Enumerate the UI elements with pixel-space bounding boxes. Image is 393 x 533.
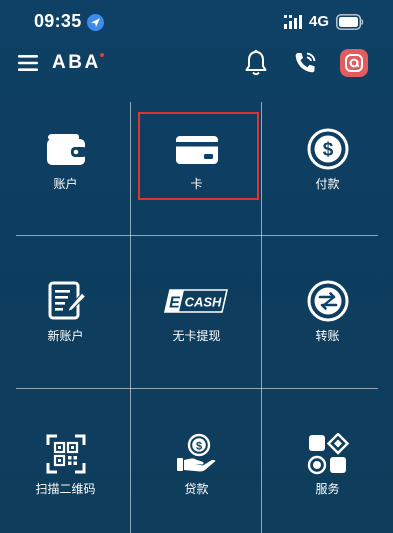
- tile-label: 账户: [53, 177, 78, 191]
- chat-button[interactable]: [340, 49, 368, 77]
- chat-icon: [345, 54, 363, 72]
- tile-label: 新账户: [47, 329, 84, 343]
- tile-new-account[interactable]: 新账户: [0, 236, 131, 386]
- loan-hand-icon: $: [177, 433, 216, 472]
- bell-icon[interactable]: [244, 49, 268, 77]
- tile-label: 服务: [315, 482, 340, 496]
- ecash-letter: E: [169, 295, 181, 312]
- tile-label: 无卡提现: [172, 329, 221, 343]
- ecash-text: CASH: [185, 295, 222, 310]
- tile-scan-qr[interactable]: 扫描二维码: [0, 389, 131, 533]
- transfer-icon: [307, 280, 349, 322]
- logo-dot: [100, 53, 104, 57]
- selection-highlight: [138, 112, 259, 200]
- phone-call-icon[interactable]: [292, 50, 318, 76]
- battery-icon: [336, 14, 364, 30]
- aba-logo: ABA: [52, 52, 101, 73]
- wallet-icon: [47, 134, 87, 165]
- tile-label: 付款: [315, 177, 340, 191]
- svg-text:$: $: [196, 440, 202, 452]
- svg-text:$: $: [323, 140, 334, 161]
- tile-cardless-cash[interactable]: E CASH 无卡提现: [131, 236, 262, 386]
- tile-services[interactable]: 服务: [262, 389, 393, 533]
- tile-accounts[interactable]: 账户: [0, 84, 131, 234]
- dollar-coin-icon: $: [307, 128, 349, 170]
- tile-payment[interactable]: $ 付款: [262, 84, 393, 234]
- location-arrow-icon: [87, 14, 104, 31]
- app-header: ABA: [0, 44, 393, 84]
- menu-icon[interactable]: [18, 54, 38, 72]
- tile-transfer[interactable]: 转账: [262, 236, 393, 386]
- ecash-icon: E CASH: [164, 289, 228, 313]
- signal-bars-icon: [284, 15, 302, 29]
- status-time: 09:35: [34, 11, 82, 31]
- services-icon: [307, 433, 349, 475]
- tile-label: 贷款: [184, 482, 209, 496]
- tile-label: 扫描二维码: [35, 482, 96, 496]
- tile-label: 转账: [315, 329, 340, 343]
- tile-loan[interactable]: $ 贷款: [131, 389, 262, 533]
- form-pen-icon: [48, 281, 87, 320]
- qr-scan-icon: [46, 434, 86, 474]
- network-label: 4G: [309, 13, 330, 30]
- status-bar: 09:35 4G: [0, 0, 393, 44]
- app-screen: 09:35 4G ABA 账户 卡 $ 付款 新账户 E CASH 无卡提现 转…: [0, 0, 393, 533]
